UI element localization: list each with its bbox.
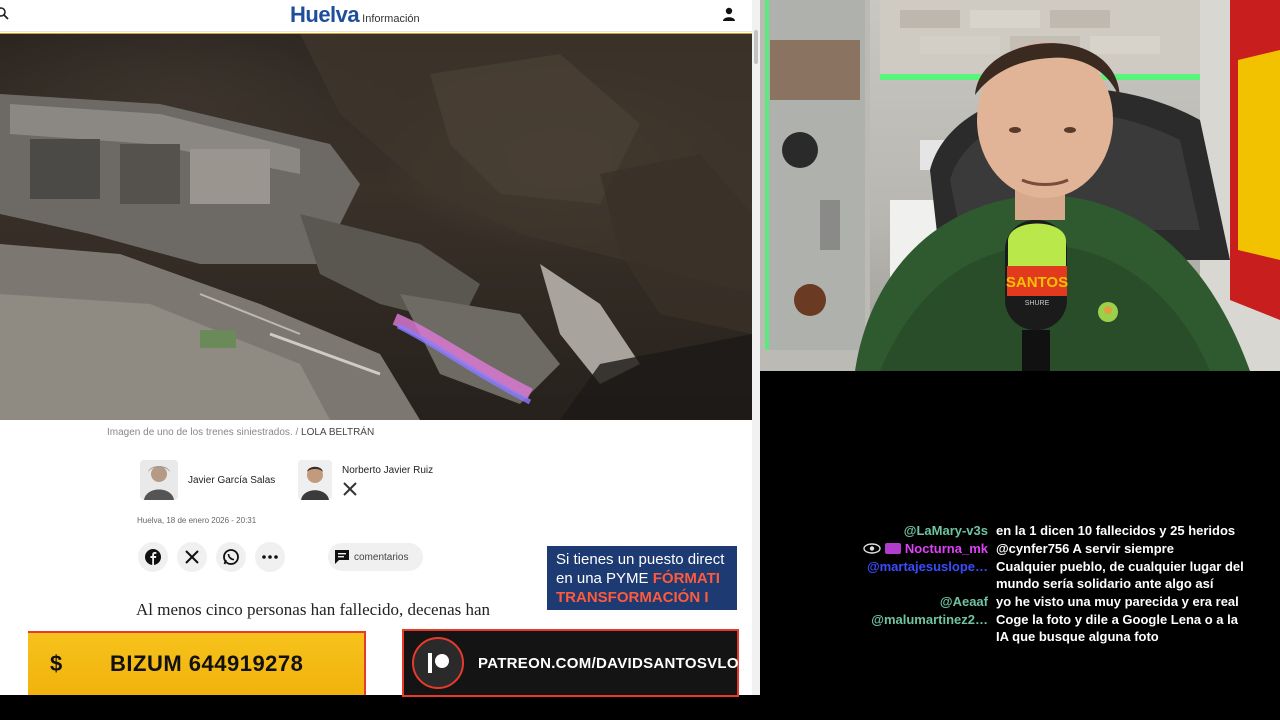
facebook-icon: [145, 549, 161, 565]
scrollbar-thumb[interactable]: [754, 30, 758, 64]
chat-username-text: @LaMary-v3s: [903, 523, 988, 538]
advertisement-banner[interactable]: Si tienes un puesto direct en una PYME F…: [547, 546, 737, 610]
subscriber-badge-icon: [884, 543, 901, 554]
chat-message-text: @cynfer756 A servir siempre: [996, 541, 1174, 556]
photo-caption: Imagen de uno de los trenes siniestrados…: [107, 427, 374, 438]
chat-message: @LaMary-v3s en la 1 dicen 10 fallecidos …: [770, 522, 1280, 539]
author-name: Javier García Salas: [188, 474, 276, 486]
search-icon[interactable]: [0, 7, 10, 21]
more-options-button[interactable]: [255, 542, 285, 572]
chat-username: @malumartinez2…: [770, 611, 996, 628]
author-norberto-javier-ruiz[interactable]: Norberto Javier Ruiz: [298, 460, 433, 500]
chat-username-text: @malumartinez2…: [871, 612, 988, 627]
x-twitter-icon[interactable]: [342, 481, 358, 497]
author-javier-garcia-salas[interactable]: Javier García Salas: [140, 460, 275, 500]
comments-label: comentarios: [354, 551, 409, 563]
author-avatar: [140, 460, 178, 500]
comments-button[interactable]: comentarios: [328, 543, 423, 571]
ad-line-2-accent: FÓRMATI: [652, 570, 720, 587]
mic-brand-label: SANTOS: [1006, 274, 1068, 291]
chat-username: @Aeaaf: [770, 593, 996, 610]
author-avatar: [298, 460, 332, 500]
news-article-page: Huelva Información Imagen de uno de los …: [0, 0, 760, 695]
patreon-logo-icon: [412, 637, 464, 689]
streamer-webcam: SANTOS SHURE: [760, 0, 1280, 371]
page-scrollbar[interactable]: [752, 0, 760, 695]
chat-message: @Aeaaf yo he visto una muy parecida y er…: [770, 593, 1280, 610]
lede-line: Al menos cinco personas han fallecido, d…: [136, 600, 491, 619]
logo-sub: Información: [362, 13, 420, 25]
patreon-banner: PATREON.COM/DAVIDSANTOSVLOG: [402, 629, 751, 697]
bizum-donation-banner: $ BIZUM 644919278: [28, 631, 366, 695]
chat-message: @malumartinez2… Coge la foto y dile a Go…: [770, 611, 1280, 645]
bizum-text: BIZUM 644919278: [110, 651, 304, 676]
user-icon[interactable]: [721, 6, 737, 22]
share-facebook-button[interactable]: [138, 542, 168, 572]
x-icon: [185, 550, 199, 564]
stream-frame: Huelva Información Imagen de uno de los …: [0, 0, 1280, 720]
ad-line-3: TRANSFORMACIÓN I: [556, 589, 709, 606]
patreon-url: PATREON.COM/DAVIDSANTOSVLOG: [478, 654, 751, 672]
caption-credit: LOLA BELTRÁN: [301, 427, 375, 438]
comment-icon: [335, 550, 349, 564]
ad-line-1: Si tienes un puesto direct: [556, 551, 725, 568]
site-header: Huelva Información: [0, 0, 752, 32]
chat-username-text: Nocturna_mk: [904, 541, 988, 556]
chat-message-text: Cualquier pueblo, de cualquier lugar del…: [996, 559, 1244, 591]
chat-username: @LaMary-v3s: [770, 522, 996, 539]
chat-username-text: @Aeaaf: [939, 594, 988, 609]
logo-main: Huelva: [290, 2, 360, 27]
article-lede: Al menos cinco personas han fallecido, d…: [136, 598, 536, 622]
article-dateline: Huelva, 18 de enero 2026 - 20:31: [137, 516, 257, 525]
share-whatsapp-button[interactable]: [216, 542, 246, 572]
live-chat: @LaMary-v3s en la 1 dicen 10 fallecidos …: [770, 522, 1280, 646]
ad-line-2-plain: en una PYME: [556, 570, 653, 587]
share-x-button[interactable]: [177, 542, 207, 572]
whatsapp-icon: [223, 549, 239, 565]
chat-message: @martajesuslope… Cualquier pueblo, de cu…: [770, 558, 1280, 592]
chat-message-text: en la 1 dicen 10 fallecidos y 25 heridos: [996, 523, 1236, 538]
article-photo-train-wreck: [0, 34, 752, 420]
chat-username: Nocturna_mk: [770, 540, 996, 557]
site-logo[interactable]: Huelva Información: [290, 2, 420, 28]
ad-line-2: en una PYME FÓRMATI: [556, 569, 737, 588]
chat-message: Nocturna_mk @cynfer756 A servir siempre: [770, 540, 1280, 557]
mic-model-label: SHURE: [1025, 300, 1050, 307]
chat-message-text: yo he visto una muy parecida y era real: [996, 594, 1239, 609]
chat-message-text: Coge la foto y dile a Google Lena o a la…: [996, 612, 1238, 644]
ellipsis-icon: [262, 555, 278, 559]
chat-username-text: @martajesuslope…: [866, 559, 988, 574]
caption-text: Imagen de uno de los trenes siniestrados…: [107, 427, 302, 438]
author-name: Norberto Javier Ruiz: [342, 465, 434, 476]
chat-username: @martajesuslope…: [770, 558, 996, 575]
eye-badge-icon: [863, 543, 881, 554]
dollar-icon: $: [50, 651, 63, 676]
